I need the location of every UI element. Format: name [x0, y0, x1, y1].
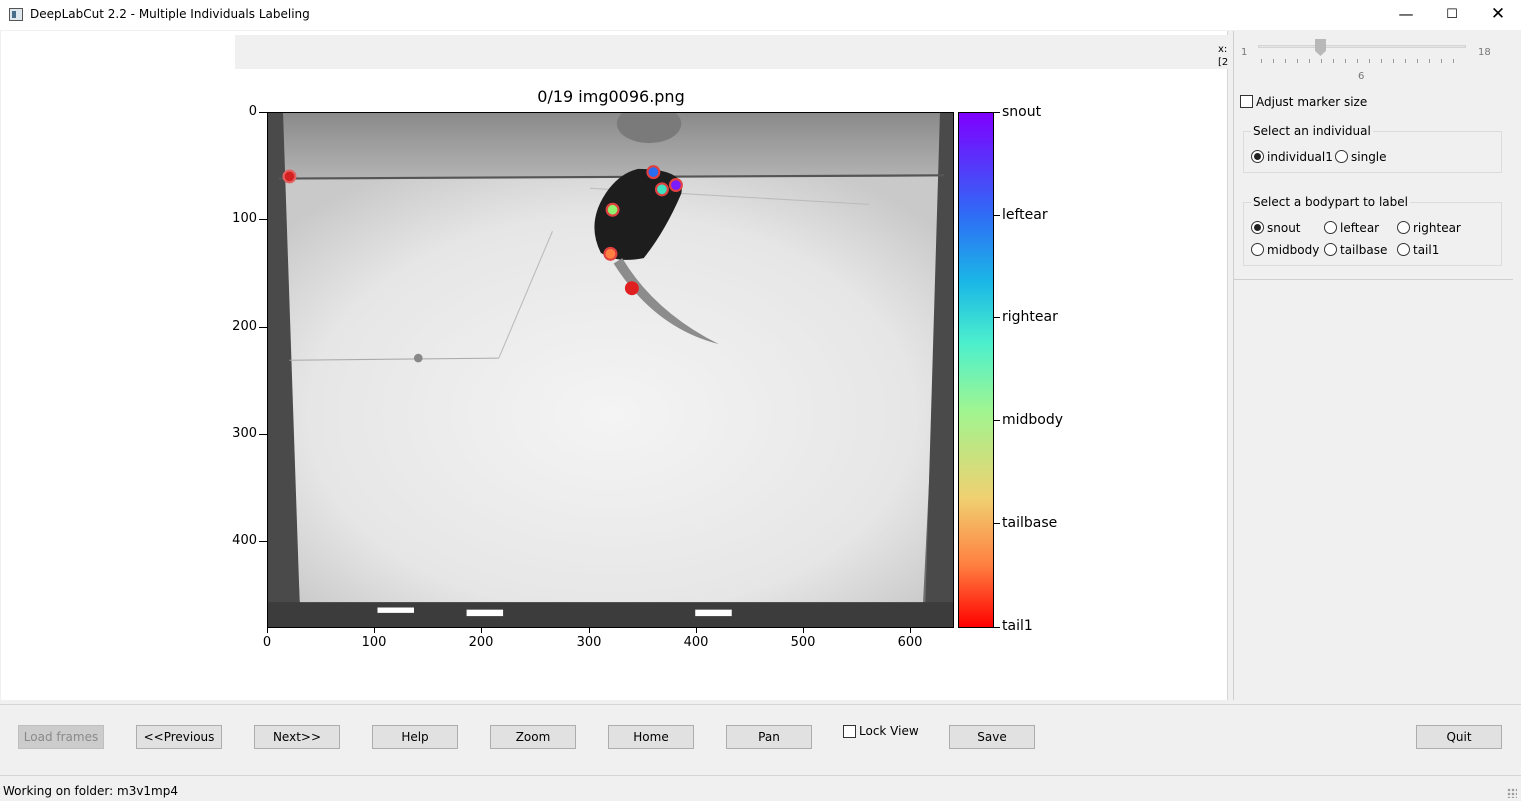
x-tick-label: 100	[361, 635, 387, 650]
bodypart-group-title: Select a bodypart to label	[1251, 195, 1410, 209]
radio-tail1-label: tail1	[1413, 243, 1440, 257]
figure-panel: x: [2 0/19 img0096.png 0 100 200 300 400…	[1, 31, 1228, 700]
x-tick	[696, 627, 697, 633]
x-tick-label: 200	[468, 635, 494, 650]
colorbar-label: tailbase	[1002, 515, 1058, 531]
control-panel: 1 18 6 Adjust marker size Select an indi…	[1233, 31, 1513, 700]
label-marker[interactable]	[605, 202, 620, 217]
y-tick-label: 100	[232, 211, 257, 226]
image-axes[interactable]	[267, 112, 954, 628]
adjust-marker-size-label: Adjust marker size	[1256, 95, 1368, 109]
load-frames-button[interactable]: Load frames	[18, 725, 104, 749]
figure-toolbar-strip	[235, 35, 1228, 69]
colorbar-label: midbody	[1002, 412, 1064, 428]
x-tick	[374, 627, 375, 633]
label-marker[interactable]	[624, 281, 639, 296]
colorbar-tick	[994, 215, 1000, 216]
y-tick-label: 200	[232, 319, 257, 334]
x-tick	[589, 627, 590, 633]
y-tick	[259, 434, 267, 435]
marker-size-slider[interactable]	[1258, 45, 1466, 48]
radio-rightear[interactable]	[1397, 221, 1410, 234]
label-marker[interactable]	[282, 169, 297, 184]
zoom-button[interactable]: Zoom	[490, 725, 576, 749]
colorbar	[958, 112, 994, 628]
radio-tailbase[interactable]	[1324, 243, 1337, 256]
button-bar: Load frames <<Previous Next>> Help Zoom …	[0, 704, 1521, 776]
x-tick-label: 400	[683, 635, 709, 650]
radio-tailbase-label: tailbase	[1340, 243, 1388, 257]
close-icon[interactable]: ✕	[1475, 0, 1521, 30]
colorbar-tick	[994, 317, 1000, 318]
window-title: DeepLabCut 2.2 - Multiple Individuals La…	[30, 7, 310, 21]
previous-button[interactable]: <<Previous	[136, 725, 222, 749]
colorbar-tick	[994, 523, 1000, 524]
resize-grip-icon[interactable]	[1507, 788, 1517, 798]
radio-single-label: single	[1351, 150, 1387, 164]
x-tick	[481, 627, 482, 633]
colorbar-tick	[994, 420, 1000, 421]
radio-midbody-label: midbody	[1267, 243, 1320, 257]
colorbar-tick	[994, 627, 1000, 628]
coordinate-readout: x: [2	[1218, 44, 1229, 68]
radio-snout[interactable]	[1251, 221, 1264, 234]
y-tick	[259, 541, 267, 542]
radio-single[interactable]	[1335, 150, 1348, 163]
label-marker[interactable]	[654, 182, 669, 197]
individual-group-title: Select an individual	[1251, 124, 1373, 138]
y-tick	[259, 219, 267, 220]
label-marker[interactable]	[646, 165, 661, 180]
radio-individual1-label: individual1	[1267, 150, 1333, 164]
lock-view-label: Lock View	[859, 724, 919, 738]
next-button[interactable]: Next>>	[254, 725, 340, 749]
pan-button[interactable]: Pan	[726, 725, 812, 749]
marker-layer[interactable]	[268, 113, 954, 628]
app-icon	[9, 8, 23, 21]
adjust-marker-size-checkbox[interactable]	[1240, 95, 1253, 108]
radio-midbody[interactable]	[1251, 243, 1264, 256]
help-button[interactable]: Help	[372, 725, 458, 749]
label-marker[interactable]	[668, 178, 683, 193]
y-tick	[259, 112, 267, 113]
slider-value-label: 6	[1358, 71, 1365, 82]
minimize-icon[interactable]: —	[1383, 0, 1429, 30]
x-tick	[803, 627, 804, 633]
y-tick	[259, 327, 267, 328]
title-bar: DeepLabCut 2.2 - Multiple Individuals La…	[0, 0, 1521, 30]
status-text: Working on folder: m3v1mp4	[3, 784, 179, 798]
label-marker[interactable]	[603, 246, 618, 261]
radio-leftear-label: leftear	[1340, 221, 1380, 235]
y-tick-label: 0	[248, 104, 257, 119]
colorbar-label: tail1	[1002, 618, 1033, 634]
y-tick-label: 300	[232, 426, 257, 441]
save-button[interactable]: Save	[949, 725, 1035, 749]
maximize-icon[interactable]: ☐	[1429, 0, 1475, 30]
y-tick-label: 400	[232, 533, 257, 548]
radio-individual1[interactable]	[1251, 150, 1264, 163]
x-tick	[910, 627, 911, 633]
x-tick	[267, 627, 268, 633]
slider-ticks	[1261, 59, 1465, 63]
x-tick-label: 500	[790, 635, 816, 650]
slider-thumb[interactable]	[1315, 39, 1326, 56]
colorbar-label: rightear	[1002, 309, 1058, 325]
slider-min-label: 1	[1241, 47, 1248, 58]
radio-snout-label: snout	[1267, 221, 1301, 235]
lock-view-checkbox[interactable]	[843, 725, 856, 738]
x-tick-label: 0	[262, 635, 272, 650]
slider-max-label: 18	[1478, 47, 1491, 58]
colorbar-tick	[994, 112, 1000, 113]
status-bar: Working on folder: m3v1mp4	[0, 778, 1521, 801]
x-tick-label: 600	[897, 635, 923, 650]
radio-rightear-label: rightear	[1413, 221, 1461, 235]
colorbar-label: leftear	[1002, 207, 1048, 223]
colorbar-label: snout	[1002, 104, 1042, 120]
control-panel-top: 1 18 6 Adjust marker size Select an indi…	[1234, 31, 1513, 280]
radio-leftear[interactable]	[1324, 221, 1337, 234]
home-button[interactable]: Home	[608, 725, 694, 749]
quit-button[interactable]: Quit	[1416, 725, 1502, 749]
x-tick-label: 300	[576, 635, 602, 650]
figure-title: 0/19 img0096.png	[537, 87, 685, 106]
radio-tail1[interactable]	[1397, 243, 1410, 256]
